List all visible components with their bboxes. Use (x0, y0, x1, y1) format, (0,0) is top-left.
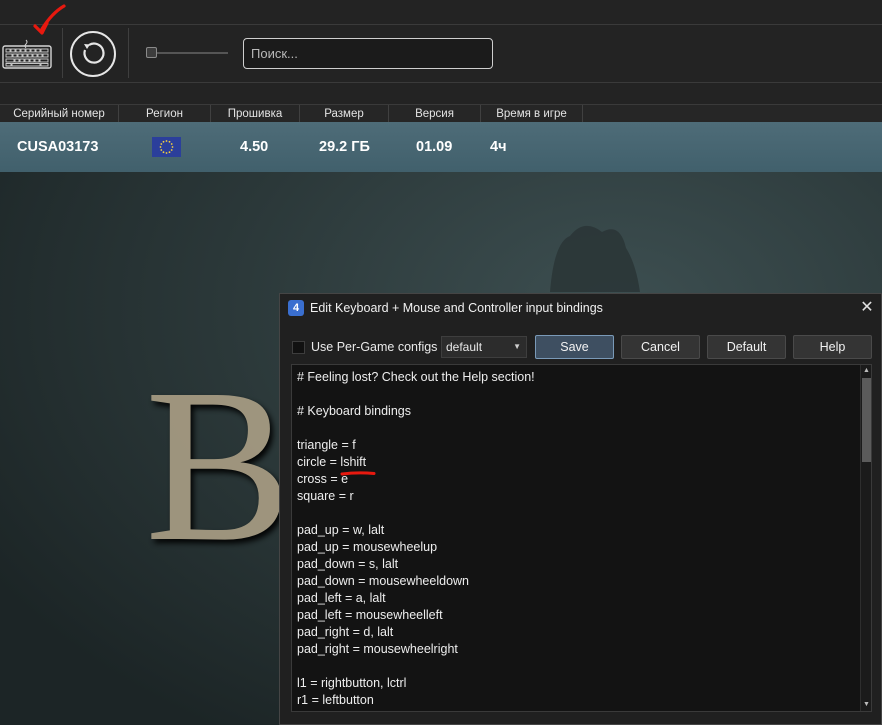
per-game-config-label[interactable]: Use Per-Game configs (311, 338, 437, 357)
input-bindings-dialog: 4 Edit Keyboard + Mouse and Controller i… (279, 293, 882, 725)
slider-track (146, 52, 228, 54)
keyboard-icon[interactable] (2, 38, 52, 70)
editor-line[interactable]: pad_down = mousewheeldown (297, 573, 535, 590)
editor-line[interactable]: triangle = f (297, 437, 535, 454)
editor-line[interactable]: pad_left = a, lalt (297, 590, 535, 607)
editor-line[interactable]: l1 = rightbutton, lctrl (297, 675, 535, 692)
per-game-config-checkbox[interactable] (292, 341, 305, 354)
app-icon: 4 (288, 300, 304, 316)
toolbar-divider-bottom (0, 82, 882, 83)
firmware-cell: 4.50 (240, 139, 269, 155)
bindings-editor[interactable]: # Feeling lost? Check out the Help secti… (291, 364, 872, 712)
scrollbar-thumb[interactable] (862, 378, 871, 462)
editor-lines: # Feeling lost? Check out the Help secti… (297, 369, 535, 709)
background-title-letter: B (145, 343, 292, 587)
refresh-button[interactable] (70, 31, 116, 77)
column-header-size[interactable]: Размер (300, 105, 389, 123)
table-header: Серийный номер Регион Прошивка Размер Ве… (0, 104, 882, 123)
column-header-firmware[interactable]: Прошивка (211, 105, 300, 123)
toolbar (0, 0, 882, 104)
slider-thumb[interactable] (146, 47, 157, 58)
config-select[interactable]: default ▼ (441, 336, 527, 358)
annotation-arrow (33, 4, 66, 35)
zoom-slider[interactable] (146, 46, 228, 60)
editor-line[interactable]: pad_down = s, lalt (297, 556, 535, 573)
editor-line[interactable] (297, 658, 535, 675)
dialog-title: Edit Keyboard + Mouse and Controller inp… (310, 301, 603, 315)
background-figure (550, 225, 640, 292)
editor-line[interactable]: pad_up = mousewheelup (297, 539, 535, 556)
eu-flag-icon (152, 137, 181, 157)
column-header-serial[interactable]: Серийный номер (0, 105, 119, 123)
column-header-playtime[interactable]: Время в игре (481, 105, 583, 123)
annotation-underline (340, 471, 376, 476)
editor-line[interactable]: pad_left = mousewheelleft (297, 607, 535, 624)
dialog-titlebar[interactable]: 4 Edit Keyboard + Mouse and Controller i… (280, 294, 881, 323)
column-header-region[interactable]: Регион (119, 105, 211, 123)
chevron-down-icon: ▼ (513, 342, 521, 351)
editor-line[interactable]: circle = lshift (297, 454, 535, 471)
playtime-cell: 4ч (490, 139, 507, 155)
editor-line[interactable]: # Keyboard bindings (297, 403, 535, 420)
editor-line[interactable]: r1 = leftbutton (297, 692, 535, 709)
editor-line[interactable]: # Feeling lost? Check out the Help secti… (297, 369, 535, 386)
toolbar-separator (128, 28, 129, 78)
serial-cell: CUSA03173 (17, 139, 99, 155)
config-select-value: default (446, 340, 483, 354)
scroll-down-icon[interactable]: ▼ (861, 699, 871, 711)
editor-line[interactable]: square = r (297, 488, 535, 505)
version-cell: 01.09 (416, 139, 453, 155)
editor-line[interactable] (297, 420, 535, 437)
editor-line[interactable] (297, 386, 535, 403)
save-button[interactable]: Save (535, 335, 614, 359)
editor-line[interactable]: pad_right = mousewheelright (297, 641, 535, 658)
editor-line[interactable] (297, 505, 535, 522)
default-button[interactable]: Default (707, 335, 786, 359)
editor-line[interactable]: pad_up = w, lalt (297, 522, 535, 539)
search-input[interactable] (243, 38, 493, 69)
column-header-version[interactable]: Версия (389, 105, 481, 123)
cancel-button[interactable]: Cancel (621, 335, 700, 359)
size-cell: 29.2 ГБ (319, 139, 370, 155)
editor-line[interactable]: pad_right = d, lalt (297, 624, 535, 641)
editor-scrollbar[interactable]: ▲ ▼ (860, 365, 871, 711)
scroll-up-icon[interactable]: ▲ (861, 365, 871, 377)
toolbar-divider-top (0, 24, 882, 25)
refresh-icon (83, 42, 105, 64)
editor-line[interactable]: cross = e (297, 471, 535, 488)
help-button[interactable]: Help (793, 335, 872, 359)
close-icon[interactable]: ✕ (857, 298, 877, 318)
table-row[interactable]: CUSA03173 4.50 29.2 ГБ 01.09 4ч (0, 122, 882, 172)
